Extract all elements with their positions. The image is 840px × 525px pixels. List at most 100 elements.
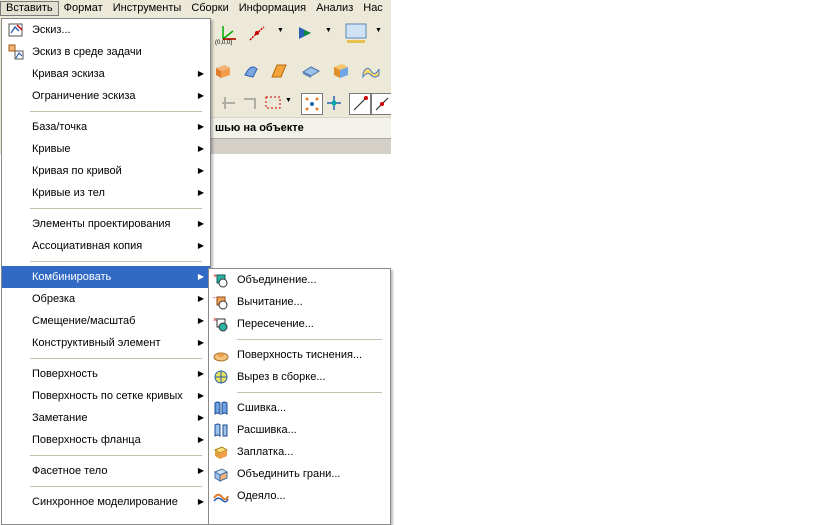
svg-text:-: - xyxy=(213,294,216,302)
submenu-arrow-icon: ▶ xyxy=(197,413,204,422)
dropdown-arrow-icon[interactable]: ▼ xyxy=(325,27,332,34)
dropdown-arrow-icon[interactable]: ▼ xyxy=(375,27,382,34)
surface-icon[interactable] xyxy=(361,61,381,81)
submenu-arrow-icon: ▶ xyxy=(197,144,204,153)
submenu-item-unsew[interactable]: Расшивка... xyxy=(209,419,390,441)
subtract-icon: - xyxy=(213,294,228,310)
menu-item-label: Смещение/масштаб xyxy=(32,315,136,327)
menu-item-task-sketch[interactable]: Эскиз в среде задачи xyxy=(2,41,210,63)
menu-item-label: Объединить грани... xyxy=(237,468,341,480)
trim-icon[interactable] xyxy=(219,93,239,113)
menubar: Вставить Формат Инструменты Сборки Информаци… xyxy=(0,0,391,17)
menu-insert[interactable]: Вставить xyxy=(0,1,59,16)
menu-separator xyxy=(30,111,202,112)
menu-item-label: Эскиз в среде задачи xyxy=(32,46,142,58)
menu-separator xyxy=(30,208,202,209)
menu-item-label: Поверхность по сетке кривых xyxy=(32,390,183,402)
unite-icon: + xyxy=(213,273,228,288)
submenu-item-subtract[interactable]: - Вычитание... xyxy=(209,291,390,313)
submenu-arrow-icon: ▶ xyxy=(197,166,204,175)
menu-separator xyxy=(30,261,202,262)
extrude-icon[interactable] xyxy=(213,61,233,81)
menu-item-label: Ассоциативная копия xyxy=(32,240,143,252)
menu-item-sweep[interactable]: Заметание ▶ xyxy=(2,407,210,429)
menu-item-sketch[interactable]: Эскиз... xyxy=(2,19,210,41)
menu-item-label: Эскиз... xyxy=(32,24,71,36)
menu-item-label: Расшивка... xyxy=(237,424,297,436)
intersect-icon: × xyxy=(213,317,228,332)
combine-submenu: + Объединение... - Вычитание... × Пересе… xyxy=(208,268,391,525)
menu-analysis[interactable]: Анализ xyxy=(311,1,358,16)
menu-item-combine[interactable]: Комбинировать ▶ xyxy=(2,266,210,288)
menu-item-sketch-constraint[interactable]: Ограничение эскиза ▶ xyxy=(2,85,210,107)
menu-item-label: Поверхность xyxy=(32,368,98,380)
menu-tools[interactable]: Инструменты xyxy=(108,1,187,16)
submenu-item-unite-faces[interactable]: Объединить грани... xyxy=(209,463,390,485)
menu-item-label: Комбинировать xyxy=(32,271,112,283)
block-icon[interactable] xyxy=(331,61,351,81)
menu-item-label: Кривая эскиза xyxy=(32,68,105,80)
menu-item-mesh-surface[interactable]: Поверхность по сетке кривых ▶ xyxy=(2,385,210,407)
submenu-item-unite[interactable]: + Объединение... xyxy=(209,269,390,291)
menu-item-label: Пересечение... xyxy=(237,318,314,330)
menu-separator xyxy=(237,392,382,393)
menu-item-trim[interactable]: Обрезка ▶ xyxy=(2,288,210,310)
datum-point-icon[interactable] xyxy=(247,23,267,43)
revolve-icon[interactable] xyxy=(241,61,261,81)
menu-item-curve-from-bodies[interactable]: Кривые из тел ▶ xyxy=(2,182,210,204)
submenu-arrow-icon: ▶ xyxy=(197,188,204,197)
menu-item-label: Кривые xyxy=(32,143,71,155)
menu-item-derived-curve[interactable]: Кривая по кривой ▶ xyxy=(2,160,210,182)
menu-item-label: Заметание xyxy=(32,412,88,424)
unsew-icon xyxy=(214,423,228,438)
submenu-arrow-icon: ▶ xyxy=(197,69,204,78)
unite-faces-icon xyxy=(213,468,229,482)
menu-item-label: Поверхность тиснения... xyxy=(237,349,363,361)
thicken-icon[interactable] xyxy=(301,61,321,81)
menu-assemblies[interactable]: Сборки xyxy=(186,1,233,16)
menu-item-offset-scale[interactable]: Смещение/масштаб ▶ xyxy=(2,310,210,332)
quilt-icon xyxy=(213,493,229,503)
menu-item-detail-feature[interactable]: Конструктивный элемент ▶ xyxy=(2,332,210,354)
menu-format[interactable]: Формат xyxy=(59,1,108,16)
submenu-item-quilt[interactable]: Одеяло... xyxy=(209,485,390,507)
submenu-arrow-icon: ▶ xyxy=(197,316,204,325)
menu-item-synchronous-modeling[interactable]: Синхронное моделирование ▶ xyxy=(2,491,210,513)
menu-item-flange-surface[interactable]: Поверхность фланца ▶ xyxy=(2,429,210,451)
view-orient-icon[interactable] xyxy=(295,23,315,43)
select-box-icon[interactable] xyxy=(263,93,283,113)
svg-text:×: × xyxy=(213,317,217,324)
menu-separator xyxy=(30,358,202,359)
submenu-item-sew[interactable]: Сшивка... xyxy=(209,397,390,419)
menu-item-label: Поверхность фланца xyxy=(32,434,141,446)
menu-information[interactable]: Информация xyxy=(234,1,311,16)
menu-preferences[interactable]: Нас xyxy=(358,1,388,16)
snap-move-icon[interactable] xyxy=(324,93,344,113)
midpoint-icon[interactable] xyxy=(371,93,391,115)
plane-icon[interactable] xyxy=(343,21,369,45)
extend-icon[interactable] xyxy=(241,93,261,113)
menu-item-facet-body[interactable]: Фасетное тело ▶ xyxy=(2,460,210,482)
assembly-cut-icon xyxy=(214,370,228,384)
menu-item-associative-copy[interactable]: Ассоциативная копия ▶ xyxy=(2,235,210,257)
menu-item-sketch-curve[interactable]: Кривая эскиза ▶ xyxy=(2,63,210,85)
submenu-item-patch[interactable]: Заплатка... xyxy=(209,441,390,463)
submenu-arrow-icon: ▶ xyxy=(197,241,204,250)
submenu-arrow-icon: ▶ xyxy=(197,219,204,228)
submenu-arrow-icon: ▶ xyxy=(197,497,204,506)
sketch-icon xyxy=(8,23,23,37)
menu-item-surface[interactable]: Поверхность ▶ xyxy=(2,363,210,385)
menu-item-design-feature[interactable]: Элементы проектирования ▶ xyxy=(2,213,210,235)
submenu-item-emboss-surface[interactable]: Поверхность тиснения... xyxy=(209,344,390,366)
dropdown-arrow-icon[interactable]: ▼ xyxy=(277,27,284,34)
sweep-icon[interactable] xyxy=(269,61,289,81)
endpoint-icon[interactable] xyxy=(349,93,371,115)
submenu-item-assembly-cut[interactable]: Вырез в сборке... xyxy=(209,366,390,388)
submenu-item-intersect[interactable]: × Пересечение... xyxy=(209,313,390,335)
menu-separator xyxy=(30,486,202,487)
dropdown-arrow-icon[interactable]: ▼ xyxy=(285,97,292,104)
menu-item-curves[interactable]: Кривые ▶ xyxy=(2,138,210,160)
menu-item-datum-point[interactable]: База/точка ▶ xyxy=(2,116,210,138)
coord-label: (0,0,0) xyxy=(215,40,233,46)
snap-points-icon[interactable] xyxy=(301,93,323,115)
